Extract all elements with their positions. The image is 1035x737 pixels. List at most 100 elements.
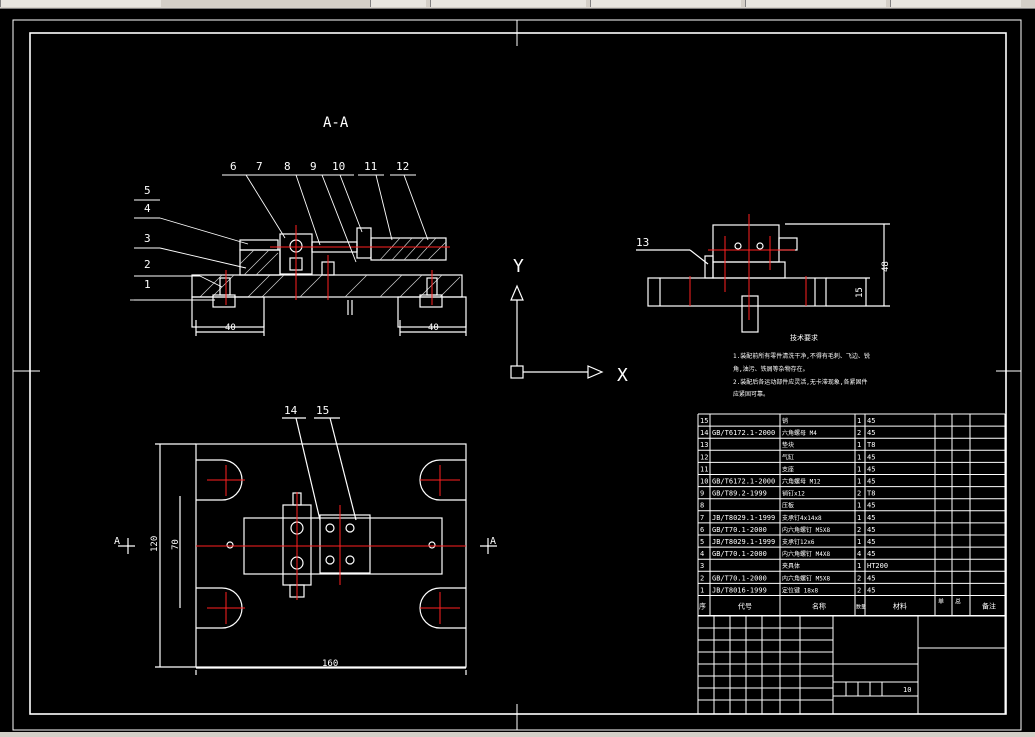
bom-cell-qty: 1 [857, 514, 861, 522]
section-title: A-A [323, 115, 349, 131]
toolbar-segment[interactable] [0, 0, 161, 7]
bom-cell-code: JB/T8029.1-1999 [712, 538, 775, 546]
bom-cell-qty: 1 [857, 441, 861, 449]
bom-cell-code: GB/T70.1-2000 [712, 550, 767, 558]
bom-cell-no: 11 [700, 465, 708, 473]
dim-plan-inner-height: 70 [171, 539, 181, 550]
balloon-14: 14 [284, 404, 298, 417]
bom-cell-code: GB/T89.2-1999 [712, 490, 767, 498]
bom-header-name: 名称 [812, 602, 826, 611]
bom-cell-no: 4 [700, 550, 704, 558]
cad-drawing-canvas[interactable]: A-A 40 40 1 2 3 4 5 6 7 8 9 10 11 12 13 … [0, 8, 1035, 732]
bom-cell-material: 45 [867, 550, 875, 558]
bom-header-qty: 数量 [856, 604, 866, 611]
bom-cell-no: 6 [700, 526, 704, 534]
dim-right-width: 40 [428, 323, 439, 333]
balloon-15: 15 [316, 404, 329, 417]
balloon-9: 9 [310, 160, 317, 173]
bom-cell-material: 45 [867, 514, 875, 522]
section-mark-right: A [490, 536, 496, 547]
bom-cell-material: 45 [867, 465, 875, 473]
bom-cell-qty: 1 [857, 453, 861, 461]
bom-cell-no: 5 [700, 538, 704, 546]
dim-left-width: 40 [225, 323, 236, 333]
toolbar-segment[interactable] [370, 0, 426, 7]
bom-cell-name: 垫块 [782, 441, 794, 449]
bom-cell-name: 定位键 18x8 [782, 586, 818, 594]
section-view [191, 227, 467, 336]
bom-header-no: 序 [699, 602, 706, 611]
parts-list-table: 15 销 1 4514 GB/T6172.1-2000 六角螺母 M4 2 4513 垫块 1 T8… [697, 413, 1006, 616]
bom-cell-material: 45 [867, 453, 875, 461]
bom-cell-material: HT200 [867, 562, 888, 570]
bom-cell-name: 支承钉12x6 [782, 538, 815, 546]
ucs-icon [510, 284, 604, 379]
bom-cell-material: 45 [867, 526, 875, 534]
bom-cell-name: 支座 [782, 465, 794, 473]
bom-header-weight-unit: 单 [938, 598, 944, 606]
bom-cell-code: JB/T8029.1-1999 [712, 514, 775, 522]
bom-header-code: 代号 [738, 602, 752, 611]
bom-cell-qty: 1 [857, 538, 861, 546]
bom-cell-code: GB/T6172.1-2000 [712, 429, 775, 437]
balloon-11: 11 [364, 160, 377, 173]
balloon-4: 4 [144, 202, 151, 215]
balloon-12: 12 [396, 160, 409, 173]
bom-cell-material: 45 [867, 574, 875, 582]
bom-cell-code: JB/T8016-1999 [712, 586, 767, 594]
bom-cell-qty: 4 [857, 550, 861, 558]
bom-cell-material: 45 [867, 586, 875, 594]
bom-cell-no: 14 [700, 429, 708, 437]
section-centerlines [225, 225, 450, 305]
bom-cell-no: 13 [700, 441, 708, 449]
bom-cell-qty: 1 [857, 562, 861, 570]
bom-cell-qty: 2 [857, 429, 861, 437]
title-block [697, 615, 1006, 715]
bom-cell-material: 45 [867, 429, 875, 437]
lineweight-dropdown[interactable] [745, 0, 886, 7]
plotstyle-dropdown[interactable] [890, 0, 1021, 7]
dim-side-base: 15 [855, 287, 865, 298]
bom-cell-qty: 2 [857, 574, 861, 582]
tech-req-line: 1.装配前所有零件清洗干净,不得有毛刺、飞边、锐 [733, 352, 870, 360]
bom-cell-qty: 1 [857, 478, 861, 486]
plan-centerlines [196, 465, 466, 624]
balloon-7: 7 [256, 160, 263, 173]
balloon-1: 1 [144, 278, 151, 291]
title-block-scale: 10 [903, 686, 911, 694]
bom-cell-name: 销钉x12 [782, 490, 805, 498]
bom-cell-no: 7 [700, 514, 704, 522]
dim-plan-height: 120 [150, 536, 160, 552]
layer-dropdown[interactable] [430, 0, 586, 7]
bom-cell-qty: 2 [857, 490, 861, 498]
balloon-labels: 1 2 3 4 5 6 7 8 9 10 11 12 [144, 160, 409, 291]
bom-cell-code: GB/T6172.1-2000 [712, 478, 775, 486]
side-centerlines [689, 214, 807, 320]
dim-plan-width: 160 [322, 659, 338, 669]
bom-cell-material: T8 [867, 490, 875, 498]
tech-req-line: 应紧固可靠。 [733, 390, 769, 398]
balloon-10: 10 [332, 160, 345, 173]
balloon-2: 2 [144, 258, 151, 271]
bom-cell-material: 45 [867, 417, 875, 425]
bom-cell-no: 10 [700, 478, 708, 486]
balloon-6: 6 [230, 160, 237, 173]
bom-cell-name: 压板 [782, 502, 794, 510]
bom-cell-name: 气缸 [782, 453, 794, 461]
bom-cell-name: 六角螺母 M4 [782, 429, 817, 437]
bom-header-weight-total: 总 [955, 598, 961, 606]
outer-frame [12, 19, 1022, 731]
bom-cell-material: 45 [867, 502, 875, 510]
bom-cell-qty: 1 [857, 465, 861, 473]
ucs-x-label: X [617, 365, 628, 386]
side-view [636, 223, 890, 333]
balloon-8: 8 [284, 160, 291, 173]
tech-req-line: 2.装配后各运动部件应灵活,无卡滞现象,各紧固件 [733, 378, 867, 386]
bom-cell-no: 12 [700, 453, 708, 461]
bom-cell-name: 内六角螺钉 M5X8 [782, 526, 830, 534]
bom-cell-name: 支承钉4x14x8 [782, 514, 822, 522]
centering-marks [13, 20, 1021, 730]
bom-cell-name: 内六角螺钉 M5X8 [782, 574, 830, 582]
inner-frame [29, 32, 1007, 715]
linetype-dropdown[interactable] [590, 0, 741, 7]
